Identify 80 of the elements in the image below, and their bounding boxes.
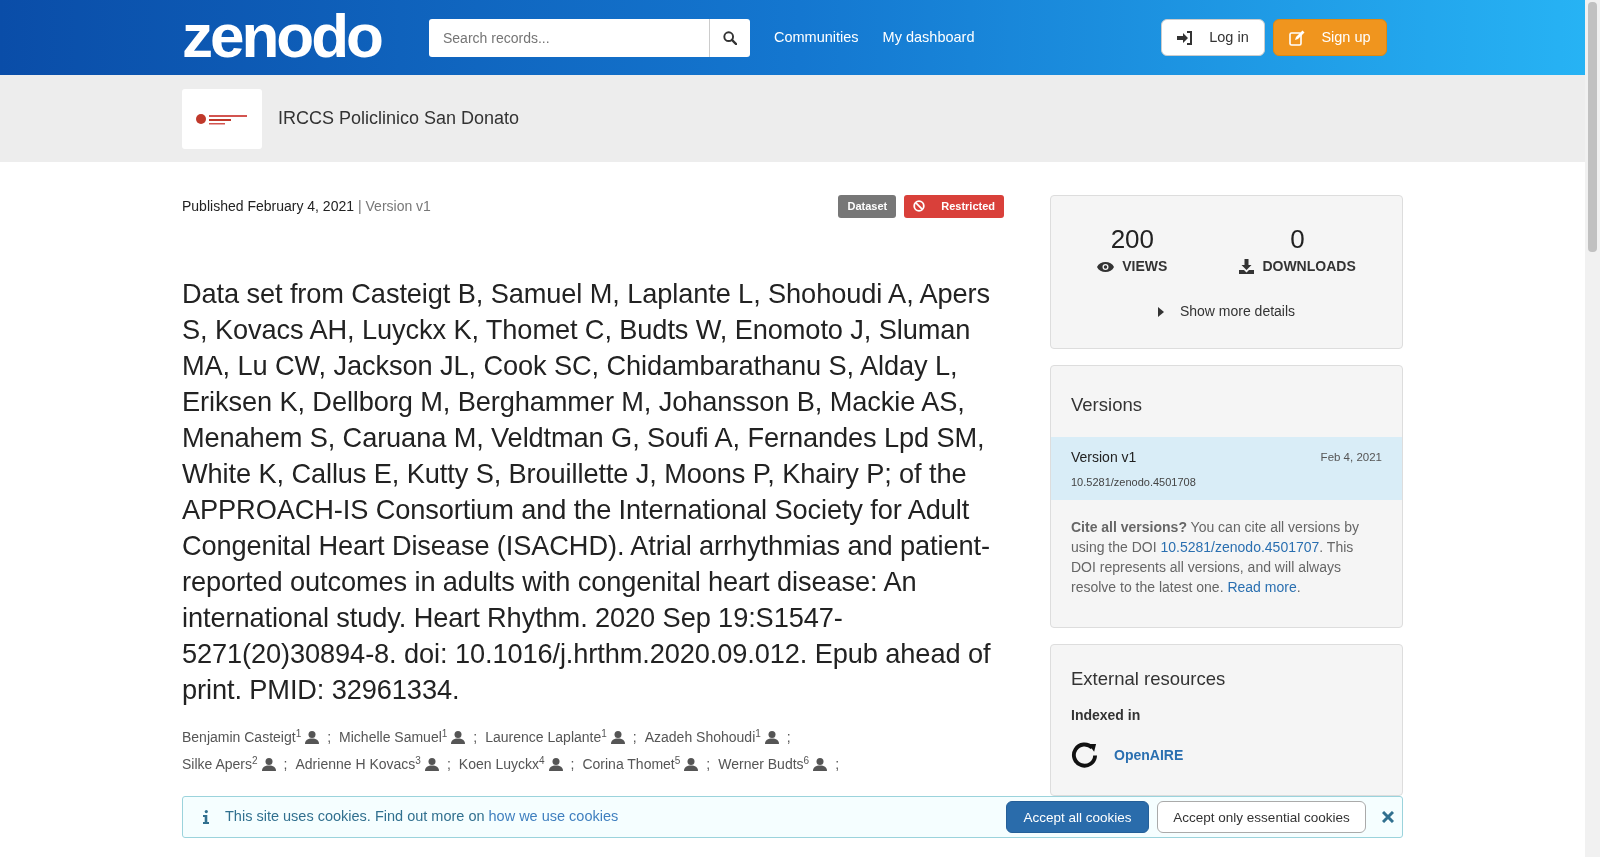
access-status-text: Restricted [941,199,995,214]
version-doi: 10.5281/zenodo.4501708 [1071,474,1197,490]
external-resources-heading: External resources [1071,667,1227,692]
affiliation-number: 4 [538,754,545,766]
accept-all-cookies-button[interactable]: Accept all cookies [1006,801,1149,833]
author-name[interactable]: Benjamin Casteigt$^{1}$ [182,723,302,751]
download-icon [1239,259,1255,274]
indexing-service-link[interactable]: OpenAIRE [1114,745,1184,766]
search-icon [723,30,737,45]
stat-count: 200 [1110,226,1154,252]
versions-heading: Versions [1070,393,1143,417]
caret-right-icon [1157,306,1164,317]
separator: ; [835,754,839,774]
cookie-policy-link[interactable]: how we use cookies [488,806,619,828]
affiliation-number: 1 [601,727,607,739]
cookie-message: This site uses cookies. Find out more on [225,807,485,827]
author-name[interactable]: Werner Budts$^{6}$ [718,750,810,778]
stat-label: DOWNLOADS [1262,257,1356,276]
community-logo[interactable] [182,88,262,149]
scrollbar[interactable] [1585,0,1600,857]
author-name[interactable]: Corina Thomet$^{5}$ [582,750,681,778]
accept-essential-cookies-button[interactable]: Accept only essential cookies [1157,801,1366,833]
user-icon [451,730,466,744]
author-name[interactable]: Laurence Laplante$^{1}$ [485,723,607,751]
separator: ; [446,754,451,774]
nav-link[interactable]: Communities [774,26,859,49]
login-button[interactable]: Log in [1161,19,1265,56]
separator: ; [473,727,478,747]
info-icon [203,810,209,824]
affiliation-number: 5 [674,754,681,766]
site-logo[interactable]: zenodo [182,4,381,67]
stat-label: VIEWS [1122,257,1168,276]
doi-link[interactable]: 10.5281/zenodo.4501707 [1160,539,1320,556]
search-button[interactable] [709,18,750,57]
affiliation-number: 3 [415,754,421,766]
separator: ; [786,727,791,747]
user-icon [424,757,439,771]
close-icon[interactable] [1382,811,1394,823]
version-name: Version v1 [1071,447,1137,467]
circular-arrow-icon [1071,742,1098,769]
record-title: Data set from Casteigt B, Samuel M, Laplante L, Shohoudi A, Apers S, Kovacs AH, Luyckx K, Thomet C, Budts W, Enomoto J, Sluman MA, Lu CW, Jackson JL, Cook SC, Chidambarathanu S, Alday L, Eriksen K, Dellborg M, Berghammer M, Johansson B, Mackie AS, Menahem S, Caruana M, Veldtman G, Soufi A, Fernandes Lpd SM, White K, Callus E, Kutty S, Brouillette J, Moons P, Khairy P; of the APPROACH-IS Consortium and the International Society for Adult Congenital Heart Disease (ISACHD). Atrial arrhythmias and patient-reported outcomes in adults with congenital heart disease: An international study. Heart Rhythm. 2020 Sep 19:S1547-5271(20)30894-8. doi: 10.1016/j.hrthm.2020.09.012. Epub ahead of print. PMID: 32961334. [182,276,992,707]
stat-count: 0 [1290,226,1305,252]
user-icon [764,730,779,744]
user-icon [261,757,276,771]
doi-link[interactable]: Read more [1227,579,1297,596]
affiliation-number: 2 [252,754,258,766]
separator: ; [706,754,711,774]
nav-link[interactable]: My dashboard [882,26,975,49]
affiliation-number: 1 [755,727,761,739]
author-name[interactable]: Adrienne H Kovacs$^{3}$ [295,750,421,778]
separator: ; [632,727,637,747]
resource-type-label: Dataset [838,195,897,218]
sign-in-icon [1177,30,1194,45]
ban-icon [913,200,926,213]
user-icon [610,730,625,744]
eye-icon [1097,260,1115,273]
affiliation-number: 6 [803,754,810,766]
publication-date: Published February 4, 2021 [182,196,354,216]
version-date: Feb 4, 2021 [1320,449,1382,465]
show-more-details-toggle[interactable]: Show more details [1157,301,1296,322]
author-name[interactable]: Silke Apers$^{2}$ [182,750,258,778]
version-label: | Version v1 [358,196,431,216]
affiliation-number: 1 [441,727,448,739]
user-icon [305,730,320,744]
user-icon [548,757,563,771]
search-field[interactable]: Search records... [429,18,709,57]
cite-all-versions-text: Cite all versions? You can cite all versions by using the DOI 10.5281/zenodo.4501707. This DOI represents all versions, and will always resolve to the latest one. Read more. [1070,518,1360,598]
author-name[interactable]: Koen Luyckx$^{4}$ [458,750,545,778]
indexed-in-label: Indexed in [1071,706,1142,725]
author-name[interactable]: Michelle Samuel$^{1}$ [339,723,448,751]
user-icon [684,757,699,771]
separator: ; [570,754,575,774]
author-name[interactable]: Azadeh Shohoudi$^{1}$ [644,723,761,751]
separator: ; [283,754,288,774]
edit-icon [1289,29,1306,46]
community-name[interactable]: IRCCS Policlinico San Donato [278,105,520,132]
user-icon [813,757,828,771]
separator: ; [327,727,332,747]
affiliation-number: 1 [295,727,302,739]
version-item[interactable]: Version v1 Feb 4, 2021 10.5281/zenodo.4501708 [1051,436,1402,501]
